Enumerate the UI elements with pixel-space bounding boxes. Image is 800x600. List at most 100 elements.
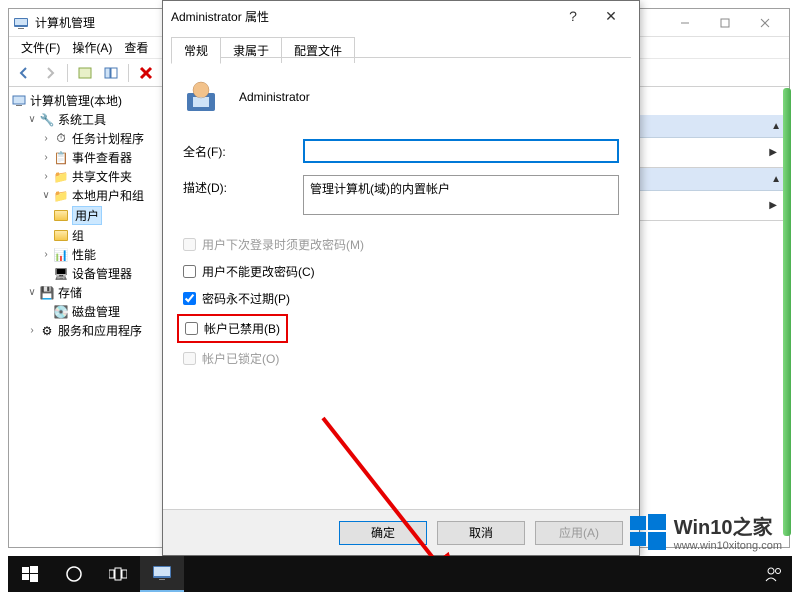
tree-shared-folders[interactable]: › 📁 共享文件夹 [11, 167, 161, 186]
cb-must-change: 用户下次登录时须更改密码(M) [183, 231, 619, 258]
separator [128, 64, 129, 82]
start-button[interactable] [8, 556, 52, 592]
shared-folder-icon: 📁 [53, 169, 69, 185]
tab-member-of[interactable]: 隶属于 [220, 37, 282, 63]
chevron-up-icon[interactable]: ▲ [771, 121, 781, 132]
menu-view[interactable]: 查看 [118, 37, 154, 58]
description-row: 描述(D): [183, 175, 619, 215]
tree-services-apps[interactable]: › ⚙ 服务和应用程序 [11, 321, 161, 340]
app-icon [13, 15, 29, 31]
scrollbar[interactable] [783, 88, 791, 536]
disk-icon: 💽 [53, 304, 69, 320]
close-button[interactable] [745, 9, 785, 37]
watermark: Win10之家 www.win10xitong.com [630, 511, 782, 552]
dialog-titlebar: Administrator 属性 ? ✕ [163, 1, 639, 31]
tree-storage[interactable]: ∨ 💾 存储 [11, 283, 161, 302]
expand-icon[interactable]: › [39, 152, 53, 163]
tree-task-scheduler[interactable]: › ⏱ 任务计划程序 [11, 129, 161, 148]
menu-file[interactable]: 文件(F) [15, 37, 66, 58]
maximize-button[interactable] [705, 9, 745, 37]
tab-underline [171, 57, 631, 58]
tree-groups[interactable]: 组 [11, 226, 161, 245]
cb-account-locked: 帐户已锁定(O) [183, 345, 619, 372]
user-icon [183, 79, 219, 115]
user-name: Administrator [239, 90, 310, 104]
window-controls [665, 9, 785, 36]
cb-never-expire-box[interactable] [183, 292, 196, 305]
chevron-up-icon[interactable]: ▲ [771, 174, 781, 185]
tool-button-2[interactable] [100, 62, 122, 84]
cortana-search-button[interactable] [52, 556, 96, 592]
cb-never-expire[interactable]: 密码永不过期(P) [183, 285, 619, 312]
tree-performance[interactable]: › 📊 性能 [11, 245, 161, 264]
computer-icon [11, 93, 27, 109]
folder-icon [53, 228, 69, 244]
collapse-icon[interactable]: ∨ [39, 190, 53, 201]
user-header: Administrator [183, 79, 619, 115]
tree-device-manager[interactable]: 🖥 设备管理器 [11, 264, 161, 283]
tree-disk-management[interactable]: 💽 磁盘管理 [11, 302, 161, 321]
tree-event-viewer[interactable]: › 📋 事件查看器 [11, 148, 161, 167]
windows-logo-icon [630, 514, 666, 550]
watermark-title: Win10之家 [674, 511, 782, 540]
users-folder-icon: 📁 [53, 188, 69, 204]
tree-root[interactable]: 计算机管理(本地) [11, 91, 161, 110]
back-button[interactable] [13, 62, 35, 84]
minimize-button[interactable] [665, 9, 705, 37]
cb-cannot-change-box[interactable] [183, 265, 196, 278]
cb-account-locked-box [183, 352, 196, 365]
tree-panel[interactable]: 计算机管理(本地) ∨ 🔧 系统工具 › ⏱ 任务计划程序 › 📋 事件查看器 … [9, 87, 164, 547]
help-button[interactable]: ? [555, 8, 591, 24]
storage-icon: 💾 [39, 285, 55, 301]
task-view-button[interactable] [96, 556, 140, 592]
checkbox-group: 用户下次登录时须更改密码(M) 用户不能更改密码(C) 密码永不过期(P) 帐户… [183, 231, 619, 372]
close-button[interactable]: ✕ [591, 8, 631, 25]
expand-icon[interactable]: › [39, 171, 53, 182]
cb-must-change-box [183, 238, 196, 251]
tools-icon: 🔧 [39, 112, 55, 128]
collapse-icon[interactable]: ∨ [25, 287, 39, 298]
watermark-url: www.win10xitong.com [674, 540, 782, 552]
full-name-input[interactable] [303, 139, 619, 163]
separator [67, 64, 68, 82]
tab-general[interactable]: 常规 [171, 37, 221, 64]
full-name-label: 全名(F): [183, 139, 303, 160]
dialog-body: Administrator 全名(F): 描述(D): 用户下次登录时须更改密码… [163, 63, 639, 509]
delete-button[interactable] [135, 62, 157, 84]
full-name-row: 全名(F): [183, 139, 619, 163]
event-icon: 📋 [53, 150, 69, 166]
cb-cannot-change[interactable]: 用户不能更改密码(C) [183, 258, 619, 285]
tool-button-1[interactable] [74, 62, 96, 84]
chevron-right-icon: ▶ [769, 200, 777, 211]
description-label: 描述(D): [183, 175, 303, 196]
description-input[interactable] [303, 175, 619, 215]
dialog-tabs: 常规 隶属于 配置文件 [163, 31, 639, 63]
people-icon[interactable] [756, 556, 792, 592]
tab-profile[interactable]: 配置文件 [281, 37, 355, 63]
ok-button[interactable]: 确定 [339, 521, 427, 545]
chevron-right-icon: ▶ [769, 147, 777, 158]
services-icon: ⚙ [39, 323, 55, 339]
properties-dialog: Administrator 属性 ? ✕ 常规 隶属于 配置文件 Adminis… [162, 0, 640, 556]
taskbar-app-computer-management[interactable] [140, 556, 184, 592]
expand-icon[interactable]: › [39, 133, 53, 144]
cb-account-disabled-box[interactable] [185, 322, 198, 335]
apply-button[interactable]: 应用(A) [535, 521, 623, 545]
folder-icon [53, 208, 69, 224]
tree-users[interactable]: 用户 [11, 205, 161, 226]
dialog-title: Administrator 属性 [171, 8, 555, 25]
dialog-button-bar: 确定 取消 应用(A) [163, 509, 639, 555]
cancel-button[interactable]: 取消 [437, 521, 525, 545]
forward-button[interactable] [39, 62, 61, 84]
taskbar[interactable] [8, 556, 792, 592]
expand-icon[interactable]: › [39, 249, 53, 260]
tree-system-tools[interactable]: ∨ 🔧 系统工具 [11, 110, 161, 129]
menu-action[interactable]: 操作(A) [66, 37, 118, 58]
cb-account-disabled[interactable]: 帐户已禁用(B) [177, 314, 288, 343]
expand-icon[interactable]: › [25, 325, 39, 336]
clock-icon: ⏱ [53, 131, 69, 147]
watermark-text: Win10之家 www.win10xitong.com [674, 511, 782, 552]
device-icon: 🖥 [53, 266, 69, 282]
collapse-icon[interactable]: ∨ [25, 114, 39, 125]
tree-local-users[interactable]: ∨ 📁 本地用户和组 [11, 186, 161, 205]
